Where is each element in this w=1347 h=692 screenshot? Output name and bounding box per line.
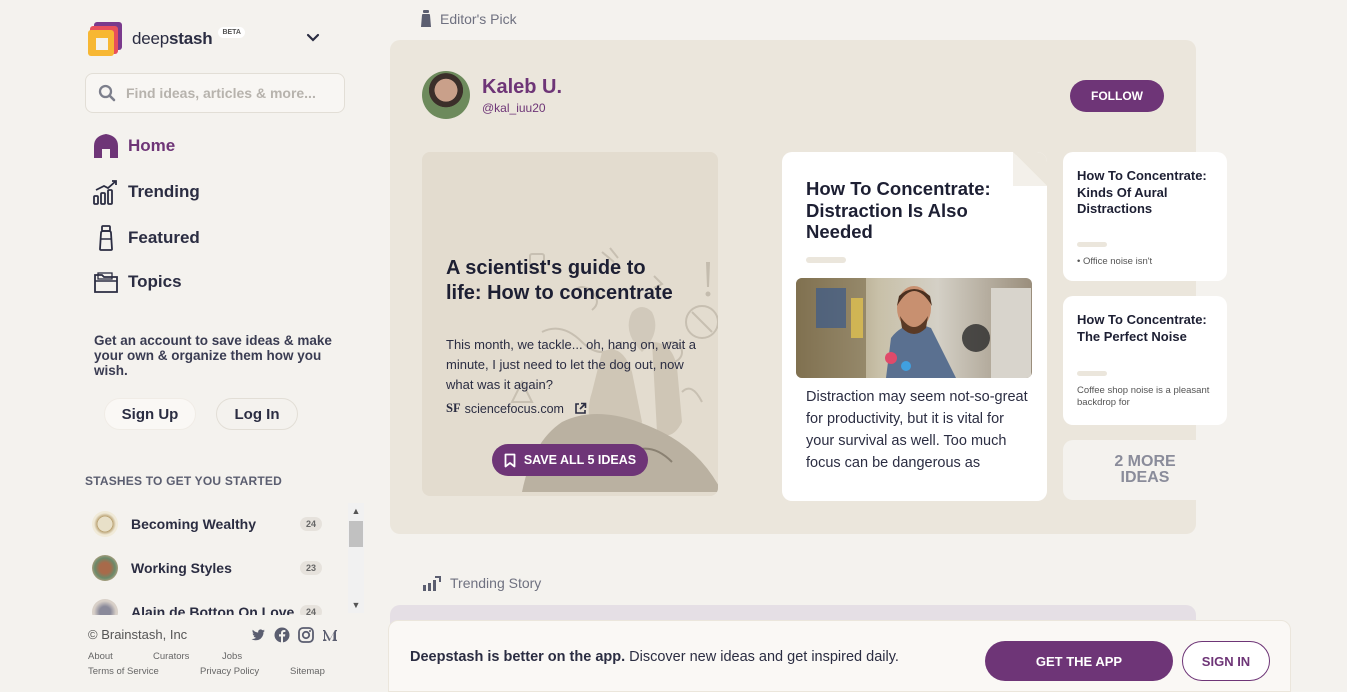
footer-link-terms[interactable]: Terms of Service xyxy=(88,666,159,677)
stash-item[interactable]: Alain de Botton On Love 24 xyxy=(92,597,322,615)
bottle-icon xyxy=(420,10,432,28)
signup-promo-text: Get an account to save ideas & make your… xyxy=(94,333,332,378)
trending-story-text: Trending Story xyxy=(450,575,542,591)
facebook-icon[interactable] xyxy=(274,627,290,643)
trending-icon xyxy=(422,575,442,591)
idea-text: Coffee shop noise is a pleasant backdrop… xyxy=(1077,385,1210,408)
search-box[interactable] xyxy=(85,73,345,113)
app-banner: Deepstash is better on the app. Discover… xyxy=(388,620,1291,692)
stash-count-badge: 24 xyxy=(299,517,322,531)
idea-card-small[interactable]: How To Concentrate: The Perfect Noise Co… xyxy=(1063,296,1227,425)
nav-trending-label: Trending xyxy=(128,182,200,201)
brand-name: deepstash xyxy=(132,29,213,48)
footer-link-sitemap[interactable]: Sitemap xyxy=(290,666,325,677)
nav-trending[interactable]: Trending xyxy=(92,178,200,206)
idea-title[interactable]: How To Concentrate: Distraction Is Also … xyxy=(806,178,1021,243)
stash-avatar xyxy=(92,555,118,581)
search-input[interactable] xyxy=(126,85,326,101)
nav-featured-label: Featured xyxy=(128,228,200,247)
author-avatar[interactable] xyxy=(422,71,470,119)
idea-card-main[interactable]: How To Concentrate: Distraction Is Also … xyxy=(782,152,1047,501)
sidebar: deepstash BETA Home Trending Featured To… xyxy=(0,0,370,692)
article-summary: This month, we tackle... oh, hang on, wa… xyxy=(446,337,697,392)
bottle-icon xyxy=(92,224,120,252)
source-logo: SF xyxy=(446,401,461,415)
editors-pick-text: Editor's Pick xyxy=(440,11,517,27)
medium-icon[interactable] xyxy=(322,627,338,643)
more-ideas-label: IDEAS xyxy=(1120,469,1170,486)
follow-button[interactable]: FOLLOW xyxy=(1070,80,1164,112)
scroll-down-arrow-icon[interactable]: ▼ xyxy=(348,597,364,613)
idea-title[interactable]: How To Concentrate: The Perfect Noise xyxy=(1077,312,1217,345)
nav-topics-label: Topics xyxy=(128,272,182,291)
stash-item[interactable]: Becoming Wealthy 24 xyxy=(92,509,322,539)
source-domain: sciencefocus.com xyxy=(464,401,564,416)
beta-badge: BETA xyxy=(218,26,245,38)
idea-image xyxy=(796,278,1032,378)
article-card[interactable]: A scientist's guide to life: How to conc… xyxy=(422,152,718,496)
author-name[interactable]: Kaleb U. xyxy=(482,76,562,99)
trending-icon xyxy=(92,178,120,206)
social-links xyxy=(250,627,338,643)
scrollbar-thumb[interactable] xyxy=(349,521,363,547)
sign-up-button[interactable]: Sign Up xyxy=(104,398,196,430)
stash-count-badge: 24 xyxy=(299,605,322,615)
more-ideas-count: 2 MORE xyxy=(1114,453,1176,470)
author-handle: @kal_iuu20 xyxy=(482,100,546,115)
stash-item[interactable]: Working Styles 23 xyxy=(92,553,322,583)
instagram-icon[interactable] xyxy=(298,627,314,643)
stashes-heading: STASHES TO GET YOU STARTED xyxy=(85,474,283,488)
save-all-label: SAVE ALL 5 IDEAS xyxy=(523,453,637,467)
stash-avatar xyxy=(92,599,118,615)
get-app-button[interactable]: GET THE APP xyxy=(985,641,1173,681)
footer-link-jobs[interactable]: Jobs xyxy=(222,651,242,662)
stash-avatar xyxy=(92,511,118,537)
save-all-ideas-button[interactable]: SAVE ALL 5 IDEAS xyxy=(492,444,648,476)
deepstash-logo-icon xyxy=(88,22,122,56)
nav-featured[interactable]: Featured xyxy=(92,224,200,252)
chevron-down-icon[interactable] xyxy=(305,32,321,44)
more-ideas-button[interactable]: 2 MORE IDEAS xyxy=(1063,440,1227,500)
article-title[interactable]: A scientist's guide to life: How to conc… xyxy=(446,256,686,306)
trending-story-label: Trending Story xyxy=(422,575,541,591)
idea-text: • Office noise isn't xyxy=(1077,256,1153,267)
stash-name: Becoming Wealthy xyxy=(131,516,256,532)
log-in-button[interactable]: Log In xyxy=(216,398,298,430)
idea-text: Distraction may seem not-so-great for pr… xyxy=(806,389,1028,471)
divider xyxy=(1077,371,1107,376)
nav-home[interactable]: Home xyxy=(92,132,175,160)
footer-link-privacy[interactable]: Privacy Policy xyxy=(200,666,259,677)
app-banner-message: Deepstash is better on the app. Discover… xyxy=(410,649,899,665)
article-source[interactable]: SF sciencefocus.com xyxy=(446,401,587,416)
stash-count-badge: 23 xyxy=(299,561,322,575)
sign-in-button[interactable]: SIGN IN xyxy=(1182,641,1270,681)
external-link-icon[interactable] xyxy=(574,402,587,415)
footer-link-curators[interactable]: Curators xyxy=(153,651,189,662)
editors-pick-label: Editor's Pick xyxy=(420,10,517,28)
folder-icon xyxy=(92,268,120,296)
footer: © Brainstash, Inc About Curators Jobs Te… xyxy=(88,627,348,677)
stash-name: Alain de Botton On Love xyxy=(131,604,295,615)
idea-card-small[interactable]: How To Concentrate: Kinds Of Aural Distr… xyxy=(1063,152,1227,281)
idea-title[interactable]: How To Concentrate: Kinds Of Aural Distr… xyxy=(1077,168,1217,218)
home-icon xyxy=(92,132,120,160)
divider xyxy=(806,257,846,263)
bookmark-icon xyxy=(504,453,516,468)
nav-topics[interactable]: Topics xyxy=(92,268,182,296)
scroll-up-arrow-icon[interactable]: ▲ xyxy=(348,503,364,519)
stash-list: Becoming Wealthy 24 Working Styles 23 Al… xyxy=(85,503,365,615)
logo[interactable]: deepstash BETA xyxy=(88,22,245,56)
search-icon xyxy=(98,84,116,102)
nav-home-label: Home xyxy=(128,136,176,155)
editors-pick-card: Kaleb U. @kal_iuu20 FOLLOW A scientist's… xyxy=(390,40,1227,534)
twitter-icon[interactable] xyxy=(250,627,266,643)
footer-link-about[interactable]: About xyxy=(88,651,113,662)
divider xyxy=(1077,242,1107,247)
author-block[interactable]: Kaleb U. @kal_iuu20 xyxy=(422,71,562,119)
stash-name: Working Styles xyxy=(131,560,232,576)
stash-list-scrollbar[interactable]: ▲ ▼ xyxy=(348,503,364,613)
